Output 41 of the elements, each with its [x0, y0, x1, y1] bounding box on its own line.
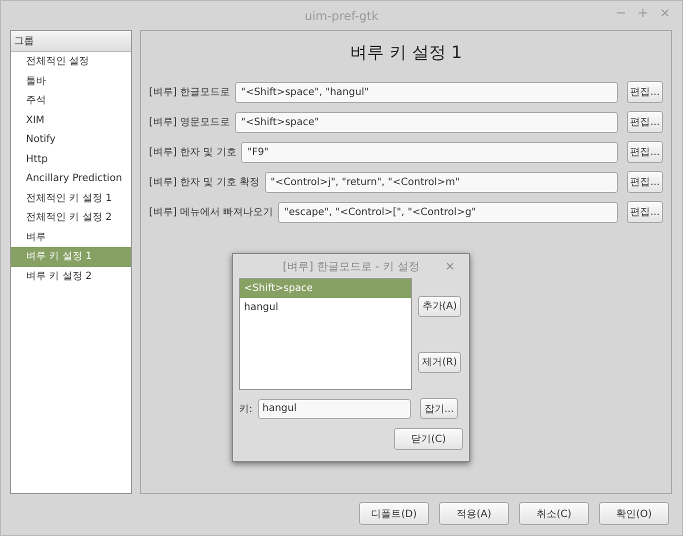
sidebar-item[interactable]: 전체적인 키 설정 2 — [11, 208, 131, 228]
dialog-button[interactable]: 취소(C) — [519, 502, 589, 525]
dialog-button[interactable]: 적용(A) — [439, 502, 509, 525]
window-title: uim-pref-gtk — [304, 8, 378, 22]
sidebar-item[interactable]: 전체적인 설정 — [11, 52, 131, 72]
key-field[interactable]: "<Shift>space" — [234, 112, 618, 132]
sidebar-item[interactable]: Ancillary Prediction — [11, 169, 131, 188]
dialog-button[interactable]: 확인(O) — [599, 502, 669, 525]
sidebar-item[interactable]: 전체적인 키 설정 1 — [11, 188, 131, 208]
setting-label: [벼루] 한글모드로 — [149, 86, 230, 99]
key-field[interactable]: "escape", "<Control>[", "<Control>g" — [278, 202, 618, 222]
key-field[interactable]: "<Control>j", "return", "<Control>m" — [264, 172, 618, 192]
edit-button[interactable]: 편집... — [627, 201, 663, 223]
edit-button[interactable]: 편집... — [627, 81, 663, 103]
sidebar-item[interactable]: XIM — [11, 110, 131, 130]
sidebar-item[interactable]: Notify — [11, 130, 131, 150]
sidebar-item[interactable]: 벼루 키 설정 2 — [11, 266, 131, 286]
panel-title: 벼루 키 설정 1 — [348, 42, 464, 65]
sidebar-item[interactable]: Http — [11, 150, 131, 169]
dialog-button[interactable]: 디폴트(D) — [359, 502, 429, 525]
edit-button[interactable]: 편집... — [627, 141, 663, 163]
key-field[interactable]: "<Shift>space", "hangul" — [234, 82, 618, 102]
setting-label: [벼루] 메뉴에서 빠져나오기 — [149, 206, 274, 219]
key-list-item[interactable]: hangul — [240, 298, 412, 317]
column-header: 그룹 — [11, 31, 131, 52]
remove-button[interactable]: 제거(R) — [418, 352, 461, 372]
dialog-title: [벼루] 한글모드로 - 키 설정 — [282, 258, 420, 274]
key-field[interactable]: "F9" — [241, 142, 618, 162]
add-button[interactable]: 추가(A) — [418, 296, 461, 316]
sidebar-item[interactable]: 벼루 — [11, 228, 131, 247]
grab-button[interactable]: 잡기... — [420, 398, 458, 419]
key-label: 키: — [239, 402, 252, 416]
sidebar-item[interactable]: 주석 — [11, 91, 131, 110]
key-input[interactable]: hangul — [258, 398, 412, 418]
setting-label: [벼루] 한자 및 기호 — [149, 146, 236, 159]
setting-label: [벼루] 영문모드로 — [149, 116, 230, 129]
setting-label: [벼루] 한자 및 기호 확정 — [149, 176, 260, 189]
sidebar-item[interactable]: 툴바 — [11, 72, 131, 91]
edit-button[interactable]: 편집... — [627, 111, 663, 133]
close-dialog-button[interactable]: 닫기(C) — [394, 428, 463, 450]
edit-button[interactable]: 편집... — [627, 171, 663, 193]
